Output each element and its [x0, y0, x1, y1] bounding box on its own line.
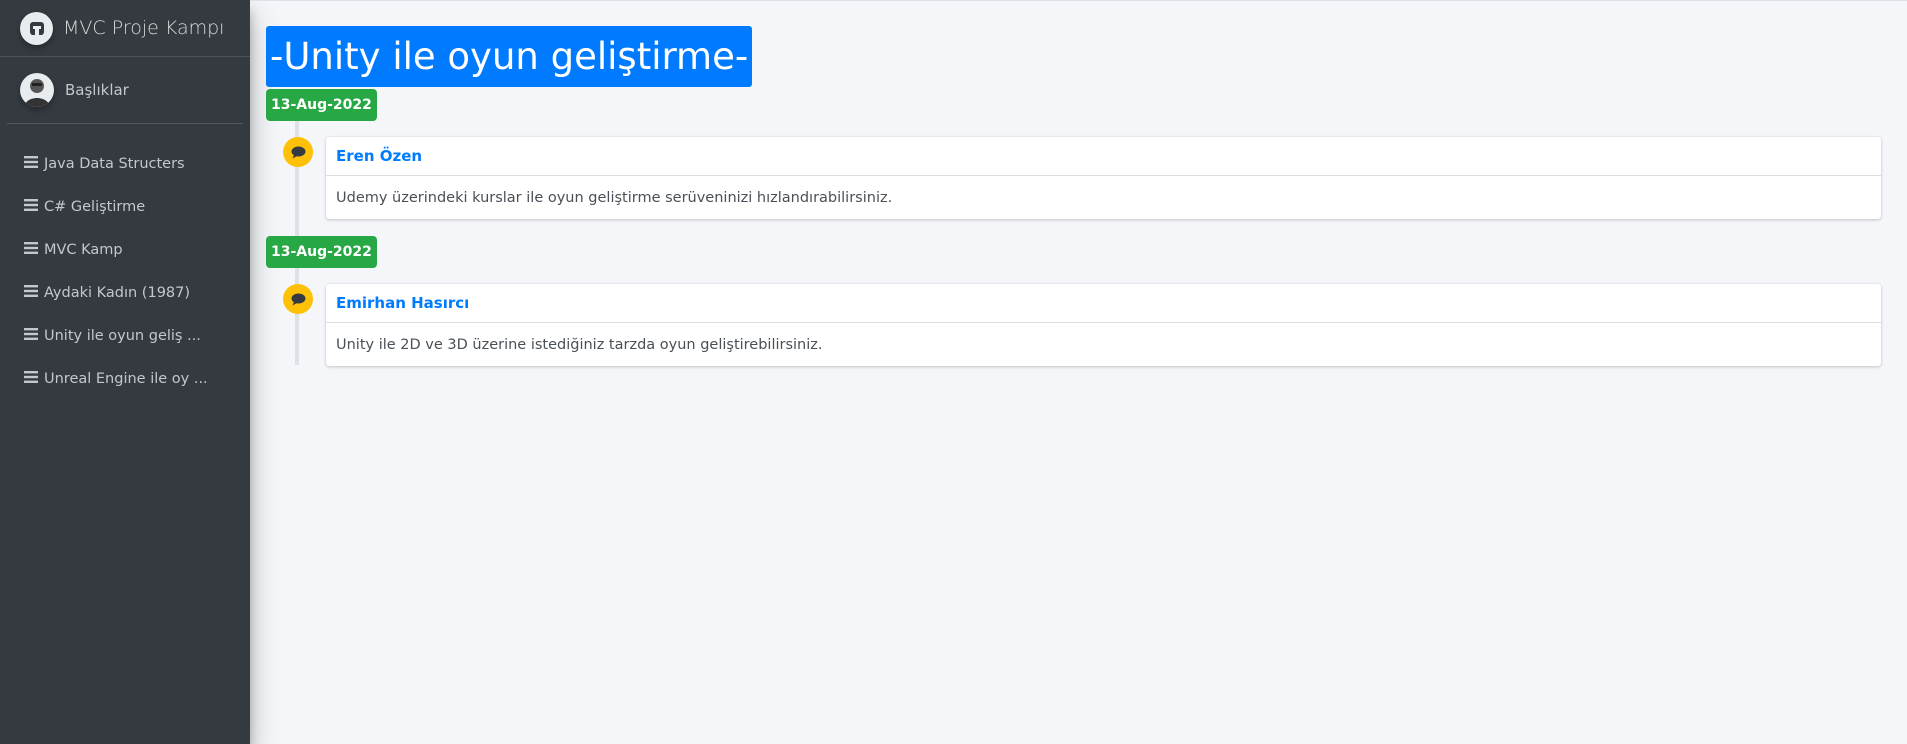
user-panel-label: Başlıklar: [65, 81, 129, 99]
content-wrapper: -Unity ile oyun geliştirme- 13-Aug-2022 …: [250, 0, 1907, 744]
sidebar-item-label: Unity ile oyun geliş ...: [44, 327, 201, 344]
sidebar-link-java[interactable]: Java Data Structers: [8, 142, 242, 185]
sidebar-link-unity[interactable]: Unity ile oyun geliş ...: [8, 314, 242, 357]
user-avatar-icon: [20, 73, 54, 107]
bars-icon: [24, 370, 39, 387]
timeline-item-header: Eren Özen: [326, 137, 1881, 176]
bars-icon: [24, 327, 39, 344]
sidebar-item-csharp: C# Geliştirme: [8, 185, 242, 228]
comment-icon: [283, 284, 313, 314]
sidebar-item-mvc: MVC Kamp: [8, 228, 242, 271]
comment-author-link[interactable]: Emirhan Hasırcı: [336, 294, 469, 312]
sidebar-link-csharp[interactable]: C# Geliştirme: [8, 185, 242, 228]
main-sidebar: MVC Proje Kampı Başlıklar Java Data Stru…: [0, 0, 250, 744]
timeline-date-badge: 13-Aug-2022: [266, 236, 377, 268]
comment-author-link[interactable]: Eren Özen: [336, 147, 422, 165]
sidebar-link-unreal[interactable]: Unreal Engine ile oy ...: [8, 357, 242, 400]
timeline-item-body: Unity ile 2D ve 3D üzerine istediğiniz t…: [336, 337, 823, 353]
bars-icon: [24, 155, 39, 172]
timeline-date-badge: 13-Aug-2022: [266, 89, 377, 121]
sidebar-item-java: Java Data Structers: [8, 142, 242, 185]
sidebar-item-aydaki-kadin: Aydaki Kadın (1987): [8, 271, 242, 314]
robot-logo-icon: [20, 11, 53, 45]
brand-link[interactable]: MVC Proje Kampı: [0, 0, 250, 57]
sidebar-link-aydaki-kadin[interactable]: Aydaki Kadın (1987): [8, 271, 242, 314]
timeline-item-body: Udemy üzerindeki kurslar ile oyun gelişt…: [336, 190, 893, 206]
timeline-item-header: Emirhan Hasırcı: [326, 284, 1881, 323]
sidebar-item-label: Aydaki Kadın (1987): [44, 284, 191, 301]
bars-icon: [24, 241, 39, 258]
sidebar-item-unreal: Unreal Engine ile oy ...: [8, 357, 242, 400]
sidebar-item-label: Unreal Engine ile oy ...: [44, 370, 208, 387]
sidebar-item-label: Java Data Structers: [44, 155, 185, 172]
brand-title: MVC Proje Kampı: [63, 17, 225, 39]
timeline-item: Eren Özen Udemy üzerindeki kurslar ile o…: [326, 137, 1881, 219]
bars-icon: [24, 198, 39, 215]
sidebar-item-label: C# Geliştirme: [44, 198, 146, 215]
sidebar-item-label: MVC Kamp: [44, 241, 123, 258]
sidebar-nav: Java Data Structers C# Geliştirme MVC Ka…: [0, 142, 250, 400]
user-panel[interactable]: Başlıklar: [7, 57, 243, 124]
page-title: -Unity ile oyun geliştirme-: [266, 26, 753, 87]
sidebar-item-unity: Unity ile oyun geliş ...: [8, 314, 242, 357]
comment-icon: [283, 137, 313, 167]
bars-icon: [24, 284, 39, 301]
timeline-item: Emirhan Hasırcı Unity ile 2D ve 3D üzeri…: [326, 284, 1881, 366]
sidebar-link-mvc[interactable]: MVC Kamp: [8, 228, 242, 271]
